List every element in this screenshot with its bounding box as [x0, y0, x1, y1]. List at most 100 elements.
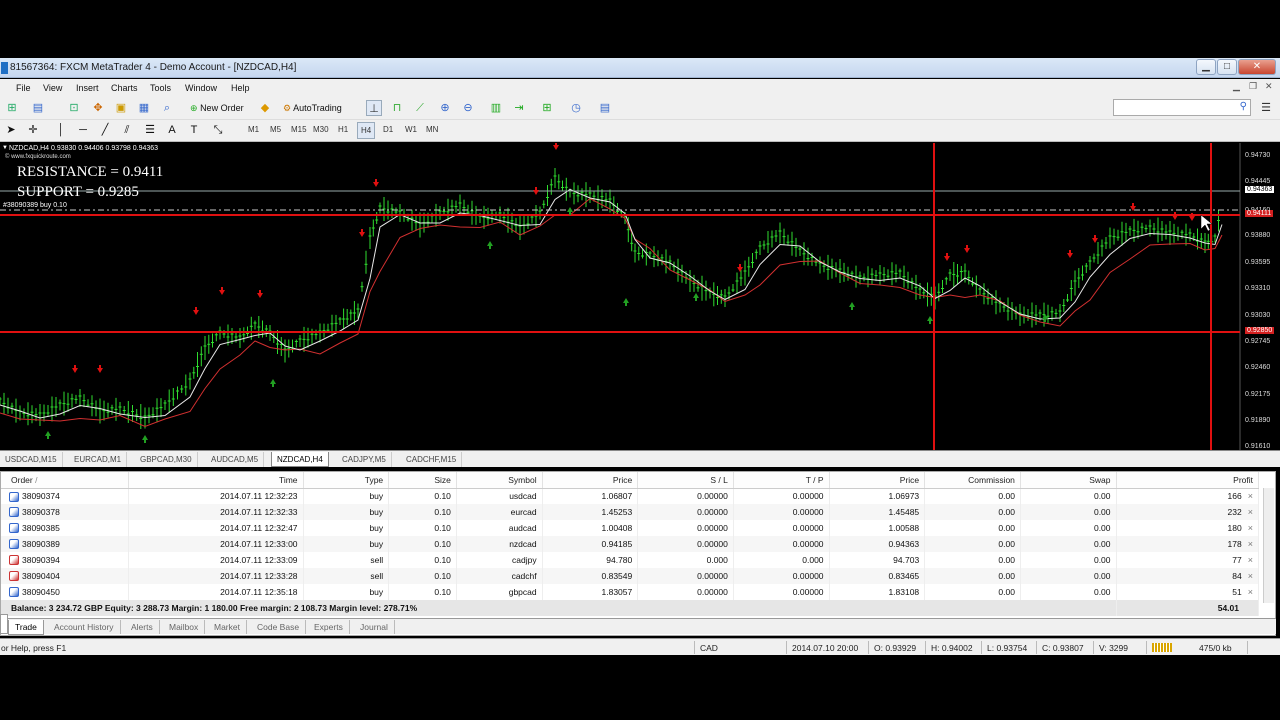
new-chart-icon[interactable]: ⊞ — [4, 100, 20, 116]
text-label-icon[interactable]: T — [186, 122, 202, 138]
search-icon[interactable]: ⚲ — [1240, 101, 1247, 112]
fibonacci-icon[interactable]: ☰ — [142, 122, 158, 138]
trendline-icon[interactable]: ╱ — [97, 122, 113, 138]
autotrading-button[interactable]: ⚙ AutoTrading — [280, 99, 345, 117]
line-chart-icon[interactable]: ⟋ — [412, 100, 428, 116]
child-minimize-icon[interactable]: ▁ — [1233, 81, 1240, 92]
indicators-icon[interactable]: ⊞ — [539, 100, 555, 116]
terminal-scrollbar[interactable] — [1263, 488, 1274, 603]
col-size[interactable]: Size — [388, 472, 457, 489]
timeframe-m30[interactable]: M30 — [313, 125, 329, 134]
tab-trade[interactable]: Trade — [8, 620, 44, 635]
tab-code-base[interactable]: Code Base — [251, 620, 307, 634]
tab-gbpcad-m30[interactable]: GBPCAD,M30 — [135, 452, 198, 467]
tab-audcad-m5[interactable]: AUDCAD,M5 — [206, 452, 265, 467]
timeframe-m5[interactable]: M5 — [270, 125, 281, 134]
navigator-icon[interactable]: ✥ — [90, 100, 106, 116]
text-icon[interactable]: A — [164, 122, 180, 138]
table-row[interactable]: 38090374 2014.07.11 12:32:23 buy 0.10 usdcad… — [1, 488, 1260, 504]
col-current-price[interactable]: Price — [829, 472, 926, 489]
close-order-icon[interactable]: × — [1242, 539, 1253, 549]
table-row[interactable]: 38090385 2014.07.11 12:32:47 buy 0.10 audcad… — [1, 520, 1260, 536]
col-symbol[interactable]: Symbol — [456, 472, 543, 489]
table-row[interactable]: 38090389 2014.07.11 12:33:00 buy 0.10 nzdcad… — [1, 536, 1260, 552]
timeframe-w1[interactable]: W1 — [405, 125, 417, 134]
horizontal-line-icon[interactable]: ─ — [75, 122, 91, 138]
new-order-button[interactable]: ⊕ New Order — [187, 99, 247, 117]
vertical-line-icon[interactable]: │ — [53, 122, 69, 138]
tab-usdcad-m15[interactable]: USDCAD,M15 — [0, 452, 63, 467]
close-order-icon[interactable]: × — [1242, 523, 1253, 533]
periods-icon[interactable]: ◷ — [568, 100, 584, 116]
zoom-in-icon[interactable]: ⊕ — [437, 100, 453, 116]
close-order-icon[interactable]: × — [1242, 587, 1253, 597]
templates-icon[interactable]: ▤ — [597, 100, 613, 116]
col-price[interactable]: Price — [542, 472, 639, 489]
menu-charts[interactable]: Charts — [111, 83, 138, 93]
cursor-icon[interactable]: ➤ — [3, 122, 19, 138]
col-order[interactable]: Order / — [1, 472, 130, 489]
col-profit[interactable]: Profit — [1116, 472, 1260, 489]
tab-account-history[interactable]: Account History — [48, 620, 121, 634]
close-order-icon[interactable]: × — [1242, 555, 1253, 565]
tab-eurcad-m1[interactable]: EURCAD,M1 — [69, 452, 128, 467]
timeframe-h4[interactable]: H4 — [357, 122, 376, 139]
col-time[interactable]: Time — [128, 472, 304, 489]
col-commission[interactable]: Commission — [924, 472, 1021, 489]
maximize-button[interactable]: □ — [1217, 59, 1237, 75]
col-tp[interactable]: T / P — [733, 472, 830, 489]
zoom-out-icon[interactable]: ⊖ — [460, 100, 476, 116]
market-watch-icon[interactable]: ⊡ — [66, 100, 82, 116]
menu-window[interactable]: Window — [185, 83, 217, 93]
terminal-icon[interactable]: ▣ — [113, 100, 129, 116]
tab-experts[interactable]: Experts — [308, 620, 350, 634]
tile-windows-icon[interactable]: ▥ — [488, 100, 504, 116]
arrows-icon[interactable]: ⤡ — [210, 122, 226, 138]
timeframe-h1[interactable]: H1 — [338, 125, 348, 134]
candlestick-icon[interactable]: ⊓ — [389, 100, 405, 116]
child-close-icon[interactable]: ✕ — [1265, 81, 1273, 92]
close-order-icon[interactable]: × — [1242, 491, 1253, 501]
table-row[interactable]: 38090450 2014.07.11 12:35:18 buy 0.10 gbpcad… — [1, 584, 1260, 600]
timeframe-d1[interactable]: D1 — [383, 125, 393, 134]
price-chart[interactable]: NZDCAD,H4 0.93830 0.94406 0.93798 0.9436… — [0, 143, 1280, 450]
close-order-icon[interactable]: × — [1242, 571, 1253, 581]
col-sl[interactable]: S / L — [637, 472, 734, 489]
timeframe-mn[interactable]: MN — [426, 125, 438, 134]
child-restore-icon[interactable]: ❐ — [1249, 81, 1257, 92]
menu-help[interactable]: Help — [231, 83, 250, 93]
menu-view[interactable]: View — [43, 83, 62, 93]
menu-tools[interactable]: Tools — [150, 83, 171, 93]
profiles-icon[interactable]: ▤ — [30, 100, 46, 116]
table-row[interactable]: 38090378 2014.07.11 12:32:33 buy 0.10 eurcad… — [1, 504, 1260, 520]
table-row[interactable]: 38090394 2014.07.11 12:33:09 sell 0.10 cadjp… — [1, 552, 1260, 568]
tab-nzdcad-h4[interactable]: NZDCAD,H4 — [271, 452, 329, 467]
metaeditor-icon[interactable]: ◆ — [257, 100, 273, 116]
timeframe-m1[interactable]: M1 — [248, 125, 259, 134]
close-button[interactable]: ✕ — [1238, 59, 1276, 75]
search-input[interactable] — [1114, 100, 1232, 115]
channel-icon[interactable]: ⫽ — [119, 122, 135, 138]
strategy-tester-icon[interactable]: ⌕ — [159, 100, 175, 116]
tab-cadchf-m15[interactable]: CADCHF,M15 — [401, 452, 463, 467]
bar-chart-icon[interactable]: ⊥ — [366, 100, 382, 116]
timeframe-m15[interactable]: M15 — [291, 125, 307, 134]
terminal-close-icon[interactable] — [0, 614, 8, 634]
table-row[interactable]: 38090404 2014.07.11 12:33:28 sell 0.10 cadch… — [1, 568, 1260, 584]
minimize-button[interactable]: ▁ — [1196, 59, 1216, 75]
search-field[interactable]: ⚲ — [1113, 99, 1251, 116]
col-type[interactable]: Type — [303, 472, 390, 489]
crosshair-icon[interactable]: ✛ — [25, 122, 41, 138]
menu-file[interactable]: File — [16, 83, 31, 93]
tab-mailbox[interactable]: Mailbox — [163, 620, 206, 634]
community-icon[interactable]: ☰ — [1258, 100, 1274, 116]
menu-insert[interactable]: Insert — [76, 83, 99, 93]
col-swap[interactable]: Swap — [1020, 472, 1117, 489]
data-window-icon[interactable]: ▦ — [136, 100, 152, 116]
tab-cadjpy-m5[interactable]: CADJPY,M5 — [337, 452, 392, 467]
chart-canvas[interactable] — [0, 143, 1280, 450]
tab-journal[interactable]: Journal — [354, 620, 395, 634]
close-order-icon[interactable]: × — [1242, 507, 1253, 517]
tab-market[interactable]: Market — [208, 620, 247, 634]
tab-alerts[interactable]: Alerts — [125, 620, 160, 634]
